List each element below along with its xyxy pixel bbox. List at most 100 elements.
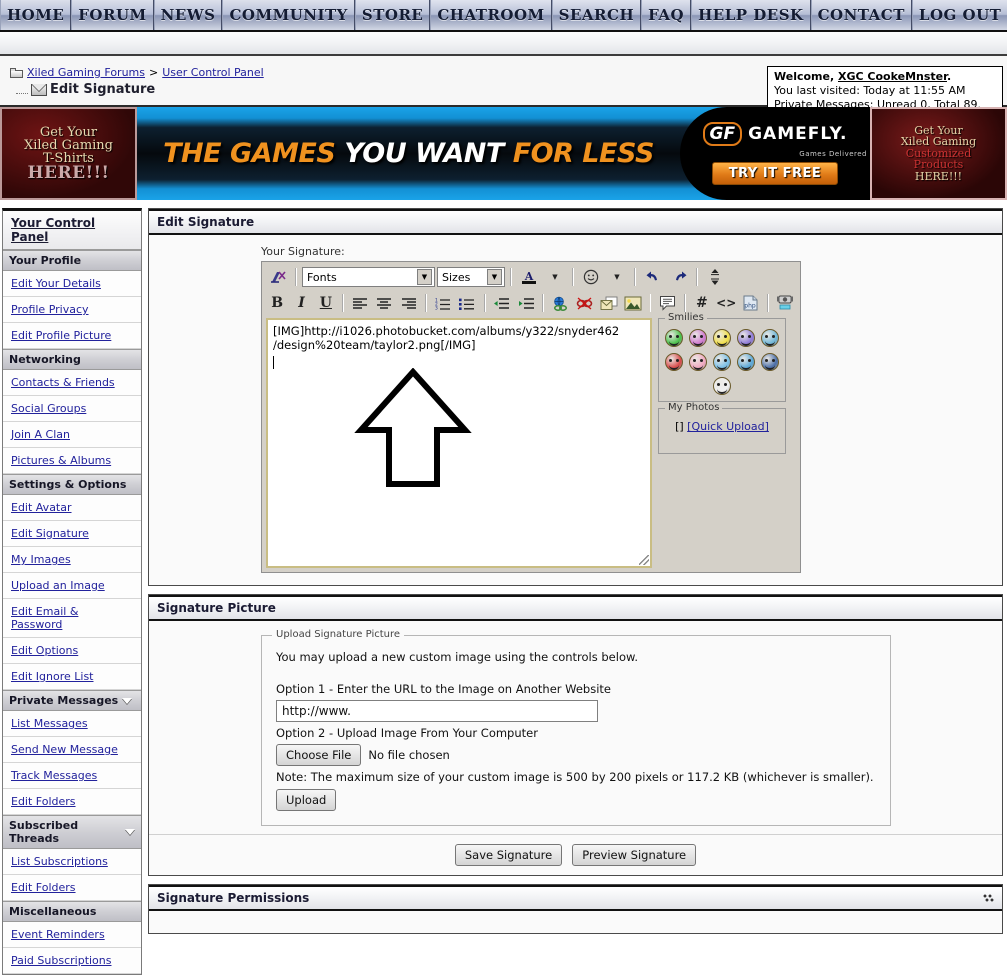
sidebar-item-edit-ignore-list[interactable]: Edit Ignore List bbox=[3, 664, 141, 690]
remove-link-icon[interactable] bbox=[573, 292, 595, 314]
smilie-sleepy-icon[interactable] bbox=[761, 329, 779, 347]
indent-icon[interactable] bbox=[515, 292, 537, 314]
sidebar-item-label[interactable]: Edit Your Details bbox=[11, 277, 101, 290]
nav-forum[interactable]: FORUM bbox=[71, 0, 154, 30]
sidebar-group-header[interactable]: Private Messages bbox=[3, 690, 141, 711]
italic-icon[interactable]: I bbox=[290, 292, 312, 314]
code-hash-icon[interactable]: # bbox=[691, 292, 713, 314]
chevron-down-icon[interactable] bbox=[122, 697, 133, 704]
insert-email-icon[interactable] bbox=[598, 292, 620, 314]
sidebar-item-label[interactable]: Paid Subscriptions bbox=[11, 954, 112, 967]
smilie-cool-blue-icon[interactable] bbox=[737, 353, 755, 371]
smilie-blush-icon[interactable] bbox=[689, 329, 707, 347]
signature-image-url-input[interactable] bbox=[276, 700, 598, 722]
sidebar-item-edit-signature[interactable]: Edit Signature bbox=[3, 521, 141, 547]
smilie-shocked-icon[interactable] bbox=[713, 377, 731, 395]
sidebar-item-social-groups[interactable]: Social Groups bbox=[3, 396, 141, 422]
sidebar-item-my-images[interactable]: My Images bbox=[3, 547, 141, 573]
sidebar-item-label[interactable]: Edit Ignore List bbox=[11, 670, 94, 683]
ad-customized-products-banner[interactable]: Get Your Xiled Gaming Customized Product… bbox=[870, 107, 1007, 200]
sidebar-item-label[interactable]: Edit Options bbox=[11, 644, 78, 657]
font-size-select[interactable]: Sizes ▼ bbox=[437, 267, 505, 287]
font-family-select[interactable]: Fonts ▼ bbox=[302, 267, 435, 287]
sidebar-item-edit-your-details[interactable]: Edit Your Details bbox=[3, 271, 141, 297]
php-code-icon[interactable]: php bbox=[739, 292, 761, 314]
nav-help-desk[interactable]: HELP DESK bbox=[691, 0, 811, 30]
sidebar-title-link[interactable]: Your Control Panel bbox=[11, 216, 95, 244]
sidebar-item-profile-privacy[interactable]: Profile Privacy bbox=[3, 297, 141, 323]
sidebar-item-label[interactable]: Edit Folders bbox=[11, 881, 76, 894]
sidebar-item-label[interactable]: List Subscriptions bbox=[11, 855, 108, 868]
sidebar-item-label[interactable]: Profile Privacy bbox=[11, 303, 89, 316]
smilie-sunglasses-icon[interactable] bbox=[761, 353, 779, 371]
sidebar-item-label[interactable]: Pictures & Albums bbox=[11, 454, 111, 467]
chevron-down-icon[interactable] bbox=[125, 829, 135, 835]
collapse-grip-icon[interactable] bbox=[983, 892, 994, 904]
sidebar-item-label[interactable]: Edit Avatar bbox=[11, 501, 72, 514]
breadcrumb-root-link[interactable]: Xiled Gaming Forums bbox=[27, 66, 145, 79]
sidebar-item-list-messages[interactable]: List Messages bbox=[3, 711, 141, 737]
breadcrumb-parent-link[interactable]: User Control Panel bbox=[162, 66, 264, 79]
quote-icon[interactable] bbox=[656, 292, 678, 314]
sidebar-item-contacts-friends[interactable]: Contacts & Friends bbox=[3, 370, 141, 396]
textarea-resize-handle[interactable] bbox=[639, 555, 649, 565]
ad-gamefly-banner[interactable]: THE GAMES YOU WANT FOR LESS GF GAMEFLY. … bbox=[137, 107, 870, 200]
insert-link-icon[interactable] bbox=[549, 292, 571, 314]
smilie-grin-icon[interactable] bbox=[665, 329, 683, 347]
sidebar-item-list-subscriptions[interactable]: List Subscriptions bbox=[3, 849, 141, 875]
sidebar-item-event-reminders[interactable]: Event Reminders bbox=[3, 922, 141, 948]
nav-home[interactable]: HOME bbox=[0, 0, 72, 30]
sidebar-item-paid-subscriptions[interactable]: Paid Subscriptions bbox=[3, 948, 141, 974]
nav-search[interactable]: SEARCH bbox=[551, 0, 642, 30]
html-code-icon[interactable]: <> bbox=[715, 292, 737, 314]
sidebar-item-label[interactable]: Join A Clan bbox=[11, 428, 70, 441]
video-icon[interactable] bbox=[774, 292, 796, 314]
sidebar-item-pictures-albums[interactable]: Pictures & Albums bbox=[3, 448, 141, 474]
sidebar-item-label[interactable]: My Images bbox=[11, 553, 71, 566]
outdent-icon[interactable] bbox=[491, 292, 513, 314]
sidebar-item-label[interactable]: Event Reminders bbox=[11, 928, 105, 941]
sidebar-group-header[interactable]: Subscribed Threads bbox=[3, 815, 141, 849]
smilie-angry-icon[interactable] bbox=[665, 353, 683, 371]
ordered-list-icon[interactable]: 123 bbox=[432, 292, 454, 314]
choose-file-button[interactable]: Choose File bbox=[276, 744, 362, 766]
nav-log-out[interactable]: LOG OUT bbox=[911, 0, 1007, 30]
welcome-username-link[interactable]: XGC CookeMnster bbox=[838, 70, 947, 83]
sidebar-item-send-new-message[interactable]: Send New Message bbox=[3, 737, 141, 763]
sidebar-item-edit-email-password[interactable]: Edit Email & Password bbox=[3, 599, 141, 638]
smilie-tongue-icon[interactable] bbox=[689, 353, 707, 371]
upload-button[interactable]: Upload bbox=[276, 789, 337, 811]
smilie-smile-icon[interactable] bbox=[713, 329, 731, 347]
sidebar-item-label[interactable]: Edit Email & Password bbox=[11, 605, 78, 631]
preview-signature-button[interactable]: Preview Signature bbox=[572, 844, 697, 866]
redo-icon[interactable] bbox=[667, 266, 691, 288]
sidebar-item-edit-options[interactable]: Edit Options bbox=[3, 638, 141, 664]
sidebar-item-label[interactable]: List Messages bbox=[11, 717, 88, 730]
nav-community[interactable]: COMMUNITY bbox=[222, 0, 355, 30]
sidebar-item-label[interactable]: Upload an Image bbox=[11, 579, 105, 592]
sidebar-item-edit-avatar[interactable]: Edit Avatar bbox=[3, 495, 141, 521]
align-left-icon[interactable] bbox=[349, 292, 371, 314]
unordered-list-icon[interactable] bbox=[456, 292, 478, 314]
ad-tshirt-banner[interactable]: Get Your Xiled Gaming T-Shirts HERE!!! bbox=[0, 107, 137, 200]
toggle-editor-size-icon[interactable] bbox=[703, 266, 727, 288]
sidebar-item-label[interactable]: Contacts & Friends bbox=[11, 376, 115, 389]
insert-image-icon[interactable] bbox=[622, 292, 644, 314]
sidebar-item-edit-profile-picture[interactable]: Edit Profile Picture bbox=[3, 323, 141, 349]
align-center-icon[interactable] bbox=[373, 292, 395, 314]
sidebar-item-join-a-clan[interactable]: Join A Clan bbox=[3, 422, 141, 448]
undo-icon[interactable] bbox=[641, 266, 665, 288]
nav-contact[interactable]: CONTACT bbox=[810, 0, 912, 30]
remove-formatting-icon[interactable] bbox=[266, 266, 290, 288]
nav-faq[interactable]: FAQ bbox=[641, 0, 692, 30]
font-color-icon[interactable]: A bbox=[517, 266, 541, 288]
align-right-icon[interactable] bbox=[398, 292, 420, 314]
sidebar-item-edit-folders[interactable]: Edit Folders bbox=[3, 875, 141, 901]
save-signature-button[interactable]: Save Signature bbox=[454, 844, 563, 866]
sidebar-item-label[interactable]: Track Messages bbox=[11, 769, 97, 782]
sidebar-title[interactable]: Your Control Panel bbox=[3, 211, 141, 250]
sidebar-item-label[interactable]: Social Groups bbox=[11, 402, 86, 415]
nav-store[interactable]: STORE bbox=[354, 0, 431, 30]
nav-chatroom[interactable]: CHATROOM bbox=[430, 0, 552, 30]
smilie-picker-icon[interactable] bbox=[579, 266, 603, 288]
